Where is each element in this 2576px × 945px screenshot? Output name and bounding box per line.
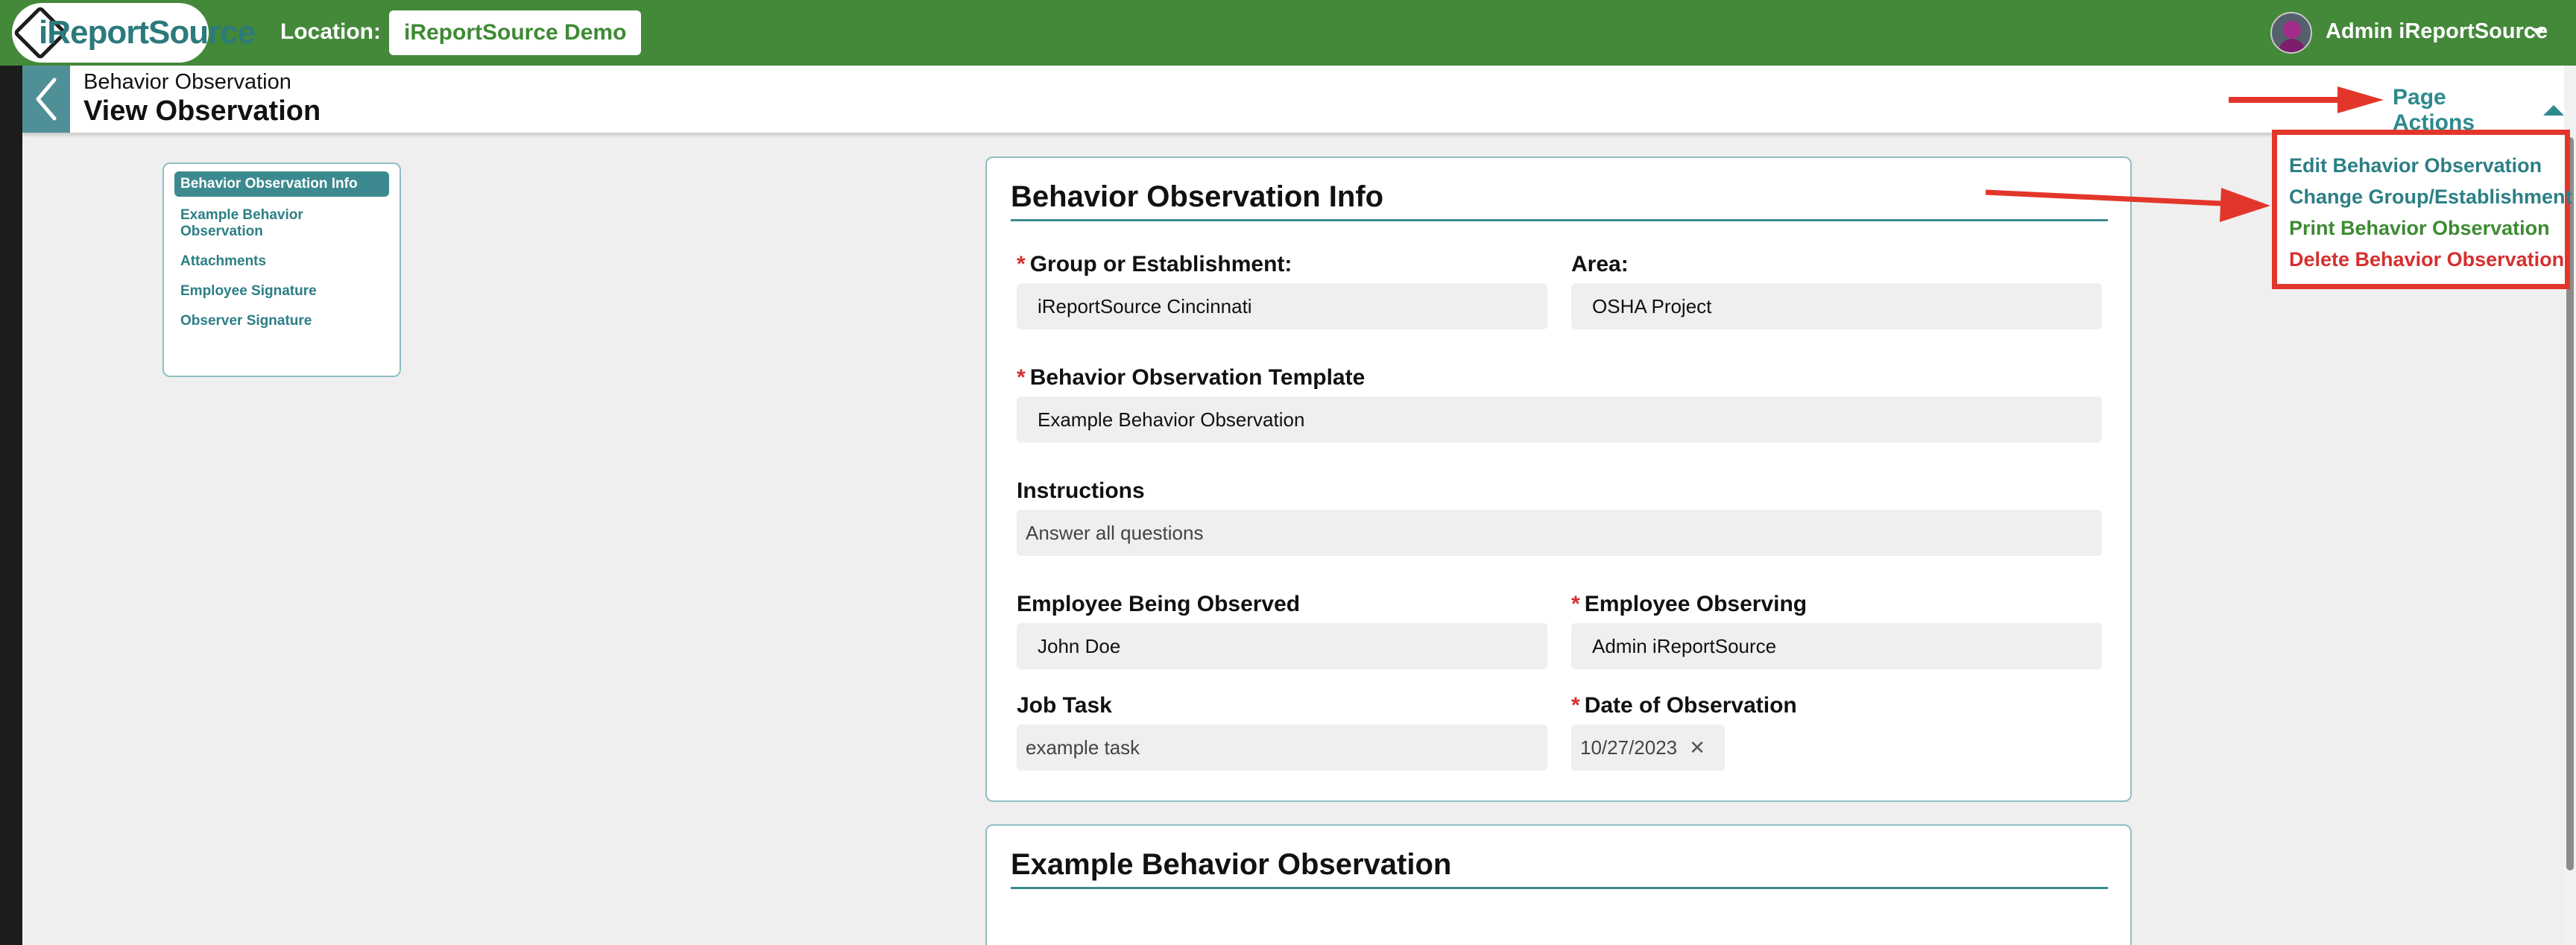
menu-item-edit-behavior-observation[interactable]: Edit Behavior Observation [2289,154,2565,177]
sidenav-item-behavior-observation-info[interactable]: Behavior Observation Info [174,171,389,197]
card-title: Example Behavior Observation [1011,848,1452,881]
group-label: * Group or Establishment: [1017,252,1292,276]
page-header: Behavior Observation View Observation Pa… [22,66,2564,136]
job-task-field: example task [1017,724,1547,771]
card-divider [1011,887,2108,889]
annotation-arrow-menu [1985,188,2270,222]
back-button[interactable] [22,66,70,133]
example-behavior-observation-card: Example Behavior Observation [985,824,2132,945]
user-menu-name[interactable]: Admin iReportSource [2326,19,2548,44]
location-label: Location: [280,19,381,44]
user-avatar[interactable] [2270,12,2312,54]
menu-item-delete-behavior-observation[interactable]: Delete Behavior Observation [2289,248,2565,271]
template-label: * Behavior Observation Template [1017,365,1366,390]
employee-observing-field: Admin iReportSource [1571,623,2102,669]
card-title: Behavior Observation Info [1011,180,1384,213]
sidenav-item-example-behavior-observation[interactable]: Example Behavior Observation [174,207,338,240]
employee-observed-field: John Doe [1017,623,1547,669]
area-field: OSHA Project [1571,283,2102,329]
template-field: Example Behavior Observation [1017,396,2102,443]
chevron-left-icon [36,78,57,121]
instructions-field: Answer all questions [1017,510,2102,556]
sidenav-item-attachments[interactable]: Attachments [174,253,389,270]
section-navigation: Behavior Observation Info Example Behavi… [162,162,401,377]
left-edge-strip [0,66,22,945]
caret-down-icon[interactable] [2531,28,2545,36]
top-navigation-bar: iReportSource Location: iReportSource De… [0,0,2576,66]
sidenav-item-observer-signature[interactable]: Observer Signature [174,313,389,329]
behavior-observation-info-card: Behavior Observation Info * Group or Esta… [985,157,2132,802]
required-marker: * [1017,252,1026,276]
clear-date-icon[interactable]: ✕ [1689,736,1705,759]
menu-item-print-behavior-observation[interactable]: Print Behavior Observation [2289,217,2565,240]
employee-observed-label: Employee Being Observed [1017,592,1301,616]
date-label: * Date of Observation [1571,693,1797,718]
menu-item-change-group-establishment[interactable]: Change Group/Establishment [2289,186,2572,209]
location-selector[interactable]: iReportSource Demo [389,10,642,55]
employee-observing-label: * Employee Observing [1571,592,1808,616]
caret-up-icon [2543,105,2564,116]
instructions-label: Instructions [1017,478,1145,503]
required-marker: * [1017,365,1026,390]
required-marker: * [1571,592,1580,616]
area-label: Area: [1571,252,1629,276]
page-actions-label: Page Actions [2393,85,2475,135]
breadcrumb: Behavior Observation [83,70,291,94]
logo-text: iReportSource [39,14,256,51]
page-actions-button[interactable]: Page Actions [2393,85,2564,136]
date-value: 10/27/2023 [1580,736,1678,759]
group-field: iReportSource Cincinnati [1017,283,1547,329]
page-title: View Observation [83,95,321,127]
required-marker: * [1571,693,1580,718]
ireportsource-logo[interactable]: iReportSource [12,3,256,63]
card-divider [1011,219,2108,221]
annotation-arrow-page-actions [2229,86,2384,113]
job-task-label: Job Task [1017,693,1112,718]
page-actions-menu: Edit Behavior Observation Change Group/E… [2272,130,2572,289]
sidenav-item-employee-signature[interactable]: Employee Signature [174,283,389,300]
date-field: 10/27/2023 ✕ [1571,724,1725,771]
